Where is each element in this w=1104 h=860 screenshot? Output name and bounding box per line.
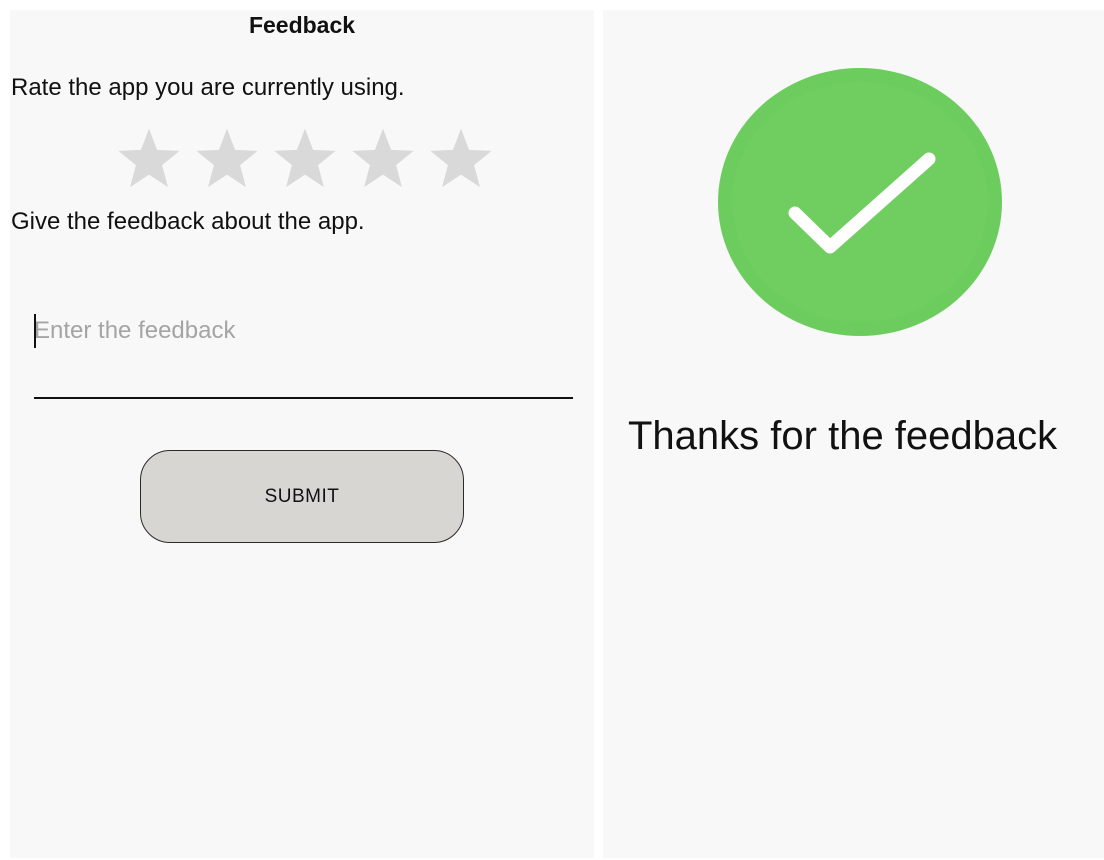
confirmation-screen: Thanks for the feedback — [603, 10, 1104, 858]
star-5-icon[interactable] — [422, 128, 500, 190]
star-3-icon[interactable] — [266, 128, 344, 190]
check-circle-icon — [717, 67, 1003, 337]
star-rating[interactable] — [110, 128, 500, 190]
input-underline — [34, 397, 573, 399]
star-2-icon[interactable] — [188, 128, 266, 190]
feedback-input[interactable] — [34, 308, 572, 354]
star-4-icon[interactable] — [344, 128, 422, 190]
submit-button[interactable]: SUBMIT — [140, 450, 464, 543]
page-title: Feedback — [248, 12, 356, 38]
text-cursor — [34, 314, 36, 348]
thanks-message: Thanks for the feedback — [628, 414, 1058, 458]
star-1-icon[interactable] — [110, 128, 188, 190]
feedback-prompt: Give the feedback about the app. — [11, 208, 365, 235]
feedback-screen: Feedback Rate the app you are currently … — [10, 10, 594, 858]
rate-prompt: Rate the app you are currently using. — [11, 74, 405, 101]
